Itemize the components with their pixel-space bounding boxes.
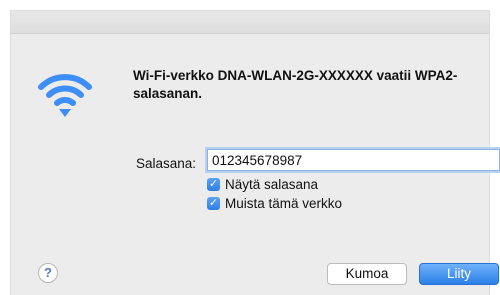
cancel-button[interactable]: Kumoa — [327, 263, 407, 285]
show-password-option[interactable]: ✓ Näytä salasana — [207, 175, 318, 193]
show-password-label: Näytä salasana — [225, 176, 319, 192]
wifi-password-dialog: Wi-Fi-verkko DNA-WLAN-2G-XXXXXX vaatii W… — [10, 10, 500, 295]
dialog-message: Wi-Fi-verkko DNA-WLAN-2G-XXXXXX vaatii W… — [133, 68, 458, 101]
password-input[interactable] — [207, 149, 500, 171]
remember-network-checkbox[interactable]: ✓ — [207, 196, 220, 210]
show-password-checkbox[interactable]: ✓ — [207, 177, 220, 191]
wifi-icon — [38, 74, 92, 117]
remember-network-option[interactable]: ✓ Muista tämä verkko — [207, 194, 342, 212]
join-button[interactable]: Liity — [419, 263, 499, 285]
help-button[interactable]: ? — [38, 263, 58, 283]
dialog-titlebar — [11, 11, 489, 34]
remember-network-label: Muista tämä verkko — [225, 195, 343, 211]
password-label: Salasana: — [136, 156, 197, 171]
